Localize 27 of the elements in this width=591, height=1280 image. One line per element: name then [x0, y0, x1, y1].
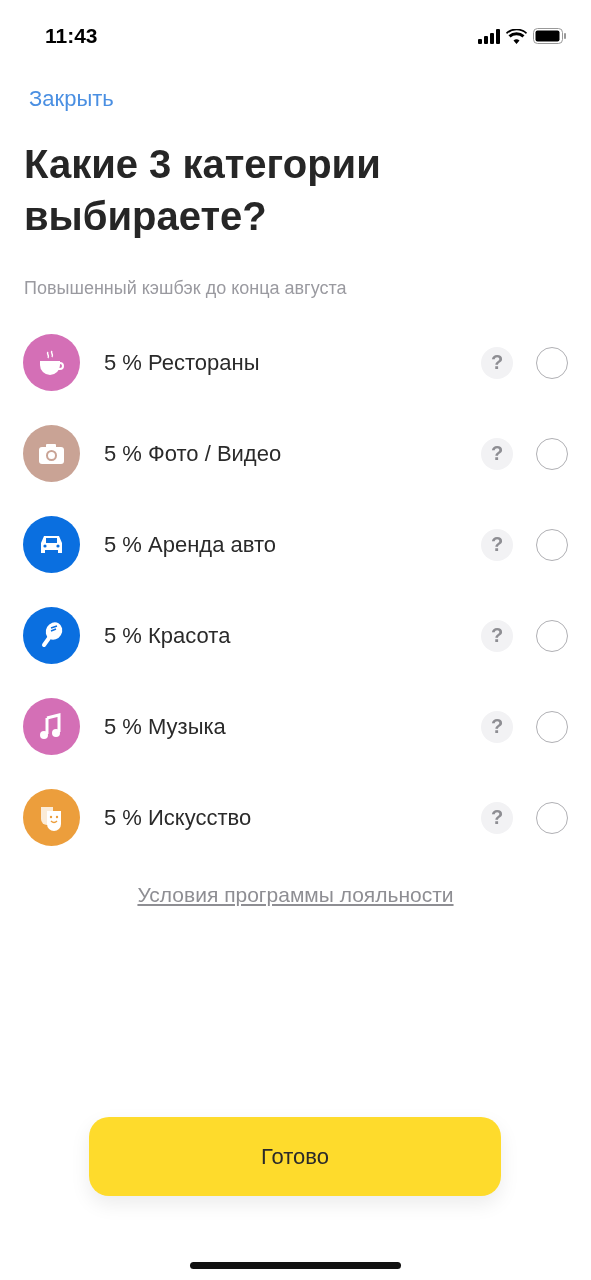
radio-button[interactable] [536, 346, 568, 379]
radio-button[interactable] [536, 710, 568, 743]
done-button[interactable]: Готово [89, 1117, 501, 1196]
help-button[interactable]: ? [481, 346, 513, 379]
status-time: 11:43 [45, 24, 98, 48]
help-button[interactable]: ? [481, 528, 513, 561]
category-label: 5 % Аренда авто [104, 531, 277, 558]
radio-button[interactable] [536, 437, 568, 470]
loyalty-terms-link[interactable]: Условия программы лояльности [137, 883, 454, 907]
subtitle: Повышенный кэшбэк до конца августа [24, 278, 348, 299]
wifi-icon [506, 28, 527, 44]
close-link[interactable]: Закрыть [29, 86, 114, 112]
category-label: 5 % Музыка [104, 713, 227, 740]
radio-button[interactable] [536, 528, 568, 561]
category-label: 5 % Искусство [104, 804, 253, 831]
signal-icon [478, 28, 500, 44]
category-label: 5 % Фото / Видео [104, 440, 283, 467]
radio-button[interactable] [536, 619, 568, 652]
category-label: 5 % Рестораны [104, 349, 261, 376]
category-label: 5 % Красота [104, 622, 232, 649]
page-title: Какие 3 категории выбираете? [24, 141, 382, 240]
help-button[interactable]: ? [481, 437, 513, 470]
help-button[interactable]: ? [481, 710, 513, 743]
radio-button[interactable] [536, 801, 568, 834]
battery-icon [533, 28, 567, 44]
help-button[interactable]: ? [481, 801, 513, 834]
help-button[interactable]: ? [481, 619, 513, 652]
